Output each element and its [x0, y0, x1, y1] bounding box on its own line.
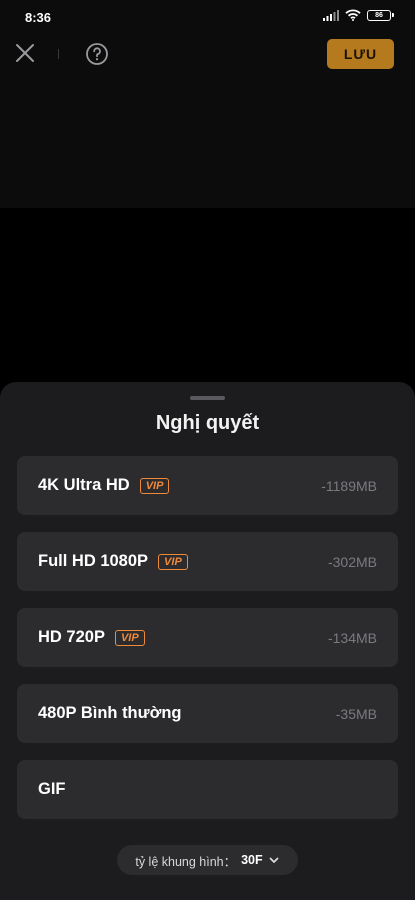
signal-icon	[323, 9, 339, 21]
frame-rate-selector[interactable]: tỷ lệ khung hình： 30F	[117, 845, 298, 875]
option-label: 4K Ultra HD	[38, 476, 130, 494]
close-button[interactable]	[12, 40, 38, 66]
vip-badge: VIP	[114, 629, 145, 646]
wifi-icon	[345, 9, 361, 21]
resolution-option-4k[interactable]: 4K Ultra HD VIP -1189MB	[17, 456, 398, 515]
status-icons: 86	[323, 9, 394, 21]
drag-handle[interactable]	[190, 396, 225, 400]
status-bar: 8:36 86	[0, 0, 415, 32]
option-size: -134MB	[327, 629, 377, 646]
option-size: -1189MB	[321, 477, 377, 494]
option-label: 480P Bình thường	[38, 704, 182, 722]
battery-icon: 86	[367, 9, 394, 21]
save-button[interactable]: LƯU	[327, 39, 394, 69]
chevron-down-icon	[269, 857, 279, 863]
option-label: HD 720P	[38, 628, 105, 646]
sheet-title: Nghị quyết	[155, 412, 260, 434]
option-size: -302MB	[327, 553, 377, 570]
resolution-option-gif[interactable]: GIF	[17, 760, 398, 819]
resolution-options: 4K Ultra HD VIP -1189MB Full HD 1080P VI…	[17, 456, 398, 836]
frame-rate-label: tỷ lệ khung hình：	[135, 854, 237, 869]
preview-header: LƯU	[0, 32, 415, 208]
option-size: -35MB	[335, 705, 377, 722]
help-icon	[86, 43, 108, 65]
frame-rate-value: 30F	[241, 853, 263, 867]
vip-badge: VIP	[158, 553, 188, 570]
resolution-option-720p[interactable]: HD 720P VIP -134MB	[17, 608, 398, 667]
resolution-option-1080p[interactable]: Full HD 1080P VIP -302MB	[17, 532, 398, 591]
export-screen: 8:36 86 LƯU Nghị quyết 4K Ultra HD VIP -…	[0, 0, 415, 900]
vip-badge: VIP	[139, 477, 170, 494]
resolution-option-480p[interactable]: 480P Bình thường -35MB	[17, 684, 398, 743]
toolbar-divider	[58, 49, 59, 59]
close-icon	[16, 44, 34, 62]
help-button[interactable]	[84, 41, 110, 67]
option-label: GIF	[38, 780, 66, 798]
battery-level: 86	[375, 11, 383, 19]
option-label: Full HD 1080P	[38, 552, 149, 570]
resolution-sheet: Nghị quyết 4K Ultra HD VIP -1189MB Full …	[0, 382, 415, 900]
status-time: 8:36	[25, 10, 52, 25]
